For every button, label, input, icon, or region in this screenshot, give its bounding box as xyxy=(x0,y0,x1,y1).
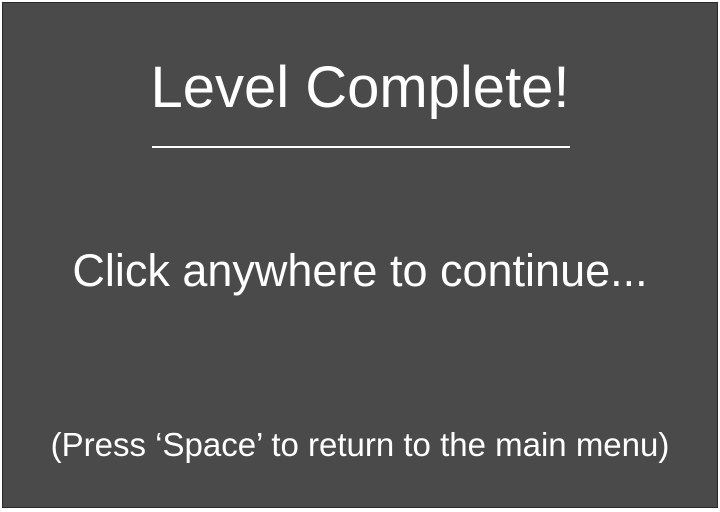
level-complete-screen[interactable]: Level Complete! Click anywhere to contin… xyxy=(2,2,718,508)
continue-prompt: Click anywhere to continue... xyxy=(72,245,648,296)
main-menu-hint: (Press ‘Space’ to return to the main men… xyxy=(50,426,670,463)
title-divider xyxy=(152,146,570,148)
level-complete-title: Level Complete! xyxy=(150,55,570,120)
